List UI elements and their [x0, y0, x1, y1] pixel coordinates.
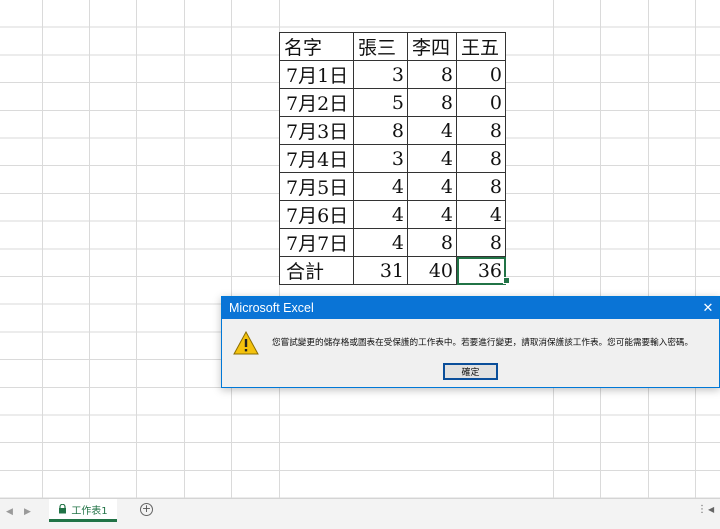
table-row: 7月1日 3 8 0	[279, 60, 506, 89]
value-cell[interactable]: 8	[407, 60, 457, 89]
lock-icon	[59, 504, 67, 514]
table-total-row: 合計 31 40 36	[279, 256, 506, 285]
grid-column-line	[600, 0, 601, 498]
add-sheet-button[interactable]: +	[140, 503, 153, 516]
selected-total-cell[interactable]: 36	[456, 256, 506, 285]
dialog-title: Microsoft Excel	[229, 301, 314, 315]
scroll-left-arrow-icon[interactable]: ◀	[708, 505, 714, 514]
grid-column-line	[648, 0, 649, 498]
value-cell[interactable]: 8	[456, 228, 506, 257]
date-cell[interactable]: 7月7日	[279, 228, 354, 257]
data-table: 名字 張三 李四 王五 7月1日 3 8 0 7月2日 5 8 0 7月3日 8…	[279, 32, 506, 285]
date-cell[interactable]: 7月4日	[279, 144, 354, 173]
value-cell[interactable]: 8	[407, 88, 457, 117]
total-value-cell[interactable]: 40	[407, 256, 457, 285]
date-cell[interactable]: 7月1日	[279, 60, 354, 89]
value-cell[interactable]: 0	[456, 60, 506, 89]
date-cell[interactable]: 7月3日	[279, 116, 354, 145]
value-cell[interactable]: 8	[456, 172, 506, 201]
value-cell[interactable]: 5	[353, 88, 408, 117]
dialog-message: 您嘗試變更的儲存格或圖表在受保護的工作表中。若要進行變更，請取消保護該工作表。您…	[272, 338, 694, 348]
total-label-cell[interactable]: 合計	[279, 256, 354, 285]
value-cell[interactable]: 4	[407, 116, 457, 145]
table-row: 7月7日 4 8 8	[279, 228, 506, 257]
grid-column-line	[553, 0, 554, 498]
more-options-icon[interactable]: ⋮	[697, 504, 707, 515]
value-cell[interactable]: 4	[456, 200, 506, 229]
table-row: 7月4日 3 4 8	[279, 144, 506, 173]
warning-icon	[233, 331, 259, 355]
header-cell-wang[interactable]: 王五	[456, 32, 506, 61]
value-cell[interactable]: 8	[456, 116, 506, 145]
sheet-tab-bar: ◀ ▶ 工作表1 + ⋮ ◀	[0, 498, 720, 529]
value-cell[interactable]: 8	[353, 116, 408, 145]
value-cell[interactable]: 8	[456, 144, 506, 173]
grid-column-line	[136, 0, 137, 498]
date-cell[interactable]: 7月2日	[279, 88, 354, 117]
value-cell[interactable]: 4	[353, 200, 408, 229]
prev-sheet-arrow-icon[interactable]: ◀	[6, 507, 13, 517]
value-cell[interactable]: 3	[353, 60, 408, 89]
date-cell[interactable]: 7月5日	[279, 172, 354, 201]
table-row: 7月6日 4 4 4	[279, 200, 506, 229]
sheet-tab[interactable]: 工作表1	[49, 499, 117, 522]
ok-button[interactable]: 確定	[443, 363, 498, 380]
value-cell[interactable]: 4	[353, 172, 408, 201]
value-cell[interactable]: 4	[407, 144, 457, 173]
total-value-cell[interactable]: 31	[353, 256, 408, 285]
next-sheet-arrow-icon[interactable]: ▶	[24, 507, 31, 517]
header-cell-li[interactable]: 李四	[407, 32, 457, 61]
table-row: 7月5日 4 4 8	[279, 172, 506, 201]
dialog-body: 您嘗試變更的儲存格或圖表在受保護的工作表中。若要進行變更，請取消保護該工作表。您…	[222, 319, 719, 388]
grid-column-line	[184, 0, 185, 498]
sheet-tab-label: 工作表1	[71, 505, 108, 517]
grid-column-line	[695, 0, 696, 498]
header-cell-name[interactable]: 名字	[279, 32, 354, 61]
table-header-row: 名字 張三 李四 王五	[279, 32, 506, 61]
date-cell[interactable]: 7月6日	[279, 200, 354, 229]
header-cell-zhang[interactable]: 張三	[353, 32, 408, 61]
grid-column-line	[231, 0, 232, 498]
table-row: 7月3日 8 4 8	[279, 116, 506, 145]
dialog-titlebar[interactable]: Microsoft Excel ✕	[222, 297, 719, 319]
fill-handle[interactable]	[503, 277, 510, 284]
value-cell[interactable]: 8	[407, 228, 457, 257]
protected-sheet-dialog: Microsoft Excel ✕ 您嘗試變更的儲存格或圖表在受保護的工作表中。…	[221, 296, 720, 388]
value-cell[interactable]: 4	[407, 200, 457, 229]
value-cell[interactable]: 0	[456, 88, 506, 117]
grid-column-line	[42, 0, 43, 498]
table-row: 7月2日 5 8 0	[279, 88, 506, 117]
close-icon[interactable]: ✕	[697, 297, 719, 319]
grid-column-line	[89, 0, 90, 498]
value-cell[interactable]: 3	[353, 144, 408, 173]
value-cell[interactable]: 4	[353, 228, 408, 257]
value-cell[interactable]: 4	[407, 172, 457, 201]
